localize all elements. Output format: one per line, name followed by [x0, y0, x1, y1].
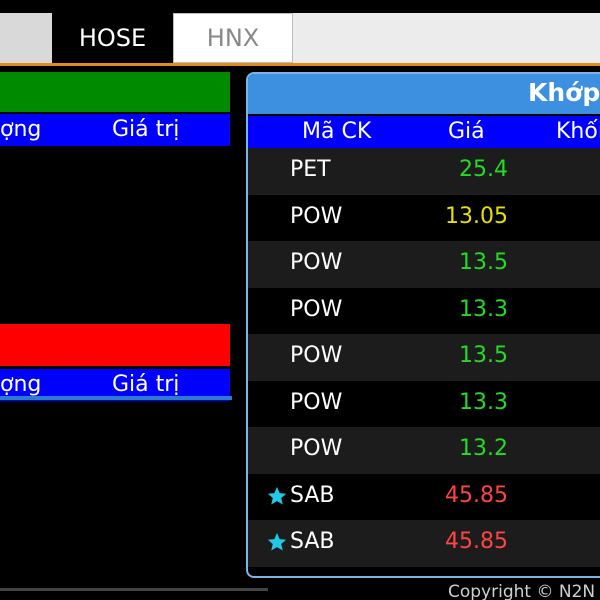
losers-col-value: Giá trị [112, 372, 180, 397]
gainers-col-volume: ợng [0, 117, 42, 142]
gainers-col-value: Giá trị [112, 117, 180, 142]
row-symbol: POW [290, 296, 343, 322]
tab-hose[interactable]: HOSE [54, 13, 171, 63]
row-symbol: POW [290, 389, 343, 415]
match-panel-title-bar: Khớp [248, 74, 600, 114]
row-symbol: POW [290, 203, 343, 229]
row-symbol: SAB [290, 529, 335, 554]
tab-bar-accent-line [0, 63, 600, 66]
match-panel: Khớp Mã CK Giá Khối PET 25.4 POW 13.05 POW 13… [246, 72, 600, 578]
col-volume: Khối [556, 119, 600, 144]
table-row[interactable]: SAB 45.85 [248, 473, 600, 520]
row-symbol: POW [290, 343, 343, 368]
row-price: 13.2 [459, 436, 508, 461]
star-icon [267, 486, 287, 505]
table-row[interactable]: SAB 45.85 [248, 520, 600, 567]
gainers-column-headers: ợng Giá trị [0, 114, 230, 146]
losers-header-divider [0, 396, 232, 400]
row-symbol: POW [290, 250, 343, 275]
row-price: 13.3 [459, 389, 508, 415]
row-price: 45.85 [445, 529, 508, 554]
row-symbol: PET [290, 157, 331, 182]
star-icon [267, 532, 287, 551]
bottom-divider [0, 588, 268, 591]
table-row[interactable]: PET 25.4 [248, 148, 600, 195]
match-panel-title: Khớp [528, 78, 600, 107]
match-column-headers: Mã CK Giá Khối [248, 116, 600, 148]
gainers-panel-header [0, 72, 230, 112]
row-price: 45.85 [445, 482, 508, 508]
table-row[interactable]: POW 13.2 [248, 427, 600, 474]
market-tab-bar: HOSE HNX [0, 0, 600, 66]
row-price: 25.4 [459, 157, 508, 182]
table-row[interactable]: POW 13.3 [248, 287, 600, 334]
match-rows: PET 25.4 POW 13.05 POW 13.5 POW 13.3 POW 13.5 POW 1… [248, 148, 600, 567]
col-price: Giá [448, 119, 485, 144]
row-symbol: SAB [290, 482, 335, 508]
tab-bar-left-strip [0, 13, 52, 63]
losers-panel-header [0, 324, 230, 366]
tab-bar-right-strip [293, 13, 600, 63]
table-row[interactable]: POW 13.5 [248, 241, 600, 288]
tab-hnx[interactable]: HNX [173, 13, 293, 63]
table-row[interactable]: POW 13.3 [248, 380, 600, 427]
row-price: 13.3 [459, 296, 508, 322]
tab-hnx-label: HNX [206, 24, 260, 52]
row-price: 13.5 [459, 250, 508, 275]
row-symbol: POW [290, 436, 343, 461]
col-symbol: Mã CK [302, 119, 372, 144]
losers-col-volume: ợng [0, 372, 42, 397]
table-row[interactable]: POW 13.05 [248, 194, 600, 241]
row-price: 13.5 [459, 343, 508, 368]
row-price: 13.05 [445, 203, 508, 229]
table-row[interactable]: POW 13.5 [248, 334, 600, 381]
copyright-text: Copyright © N2N [448, 582, 596, 600]
tab-hose-label: HOSE [78, 24, 147, 52]
